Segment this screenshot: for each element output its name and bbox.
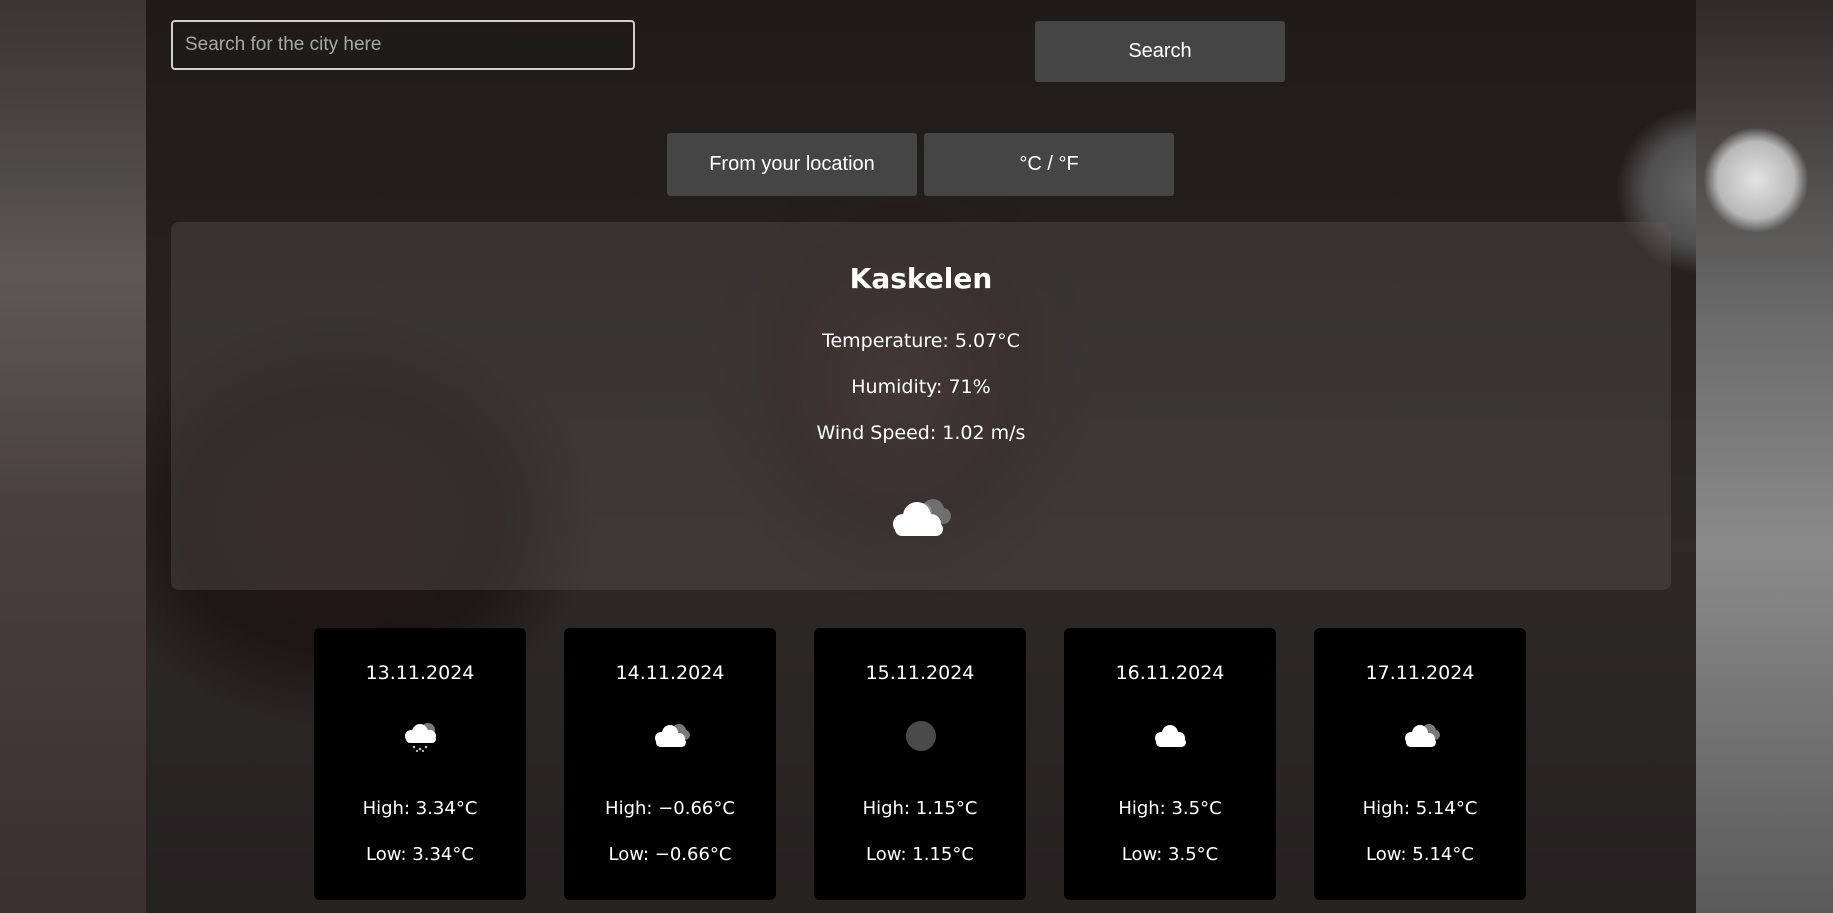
forecast-card: 15.11.2024 High: 1.15°C Low: 1.15°C	[814, 628, 1026, 900]
current-temperature: Temperature: 5.07°C	[822, 330, 1020, 352]
forecast-high: High: 1.15°C	[862, 798, 978, 819]
forecast-card: 13.11.2024 High: 3.34°C Low: 3.34°C	[314, 628, 526, 900]
forecast-date: 15.11.2024	[865, 662, 975, 684]
cloud-snow-icon	[400, 720, 442, 753]
forecast-low: Low: −0.66°C	[608, 844, 732, 865]
background-image-left	[0, 0, 146, 913]
forecast-card: 17.11.2024 High: 5.14°C Low: 5.14°C	[1314, 628, 1526, 900]
forecast-date: 16.11.2024	[1115, 662, 1225, 684]
forecast-date: 17.11.2024	[1365, 662, 1475, 684]
forecast-date: 13.11.2024	[365, 662, 475, 684]
forecast-low: Low: 3.5°C	[1121, 844, 1219, 865]
current-wind-speed: Wind Speed: 1.02 m/s	[816, 422, 1026, 444]
forecast-card: 14.11.2024 High: −0.66°C Low: −0.66°C	[564, 628, 776, 900]
forecast-high: High: 3.5°C	[1118, 798, 1222, 819]
cloud-icon	[1150, 720, 1192, 752]
overcast-cloud-icon	[650, 720, 692, 752]
forecast-low: Low: 1.15°C	[866, 844, 974, 865]
forecast-low: Low: 5.14°C	[1366, 844, 1474, 865]
current-humidity: Humidity: 71%	[851, 376, 991, 398]
unit-toggle-button[interactable]: °C / °F	[924, 133, 1174, 196]
background-image-right	[1696, 0, 1833, 913]
city-name: Kaskelen	[849, 262, 993, 295]
search-button[interactable]: Search	[1035, 21, 1285, 82]
forecast-high: High: 3.34°C	[362, 798, 478, 819]
forecast-date: 14.11.2024	[615, 662, 725, 684]
forecast-high: High: 5.14°C	[1362, 798, 1478, 819]
search-input[interactable]	[171, 20, 635, 70]
unknown-weather-icon	[900, 720, 942, 752]
overcast-cloud-icon	[1400, 720, 1442, 752]
location-button[interactable]: From your location	[667, 133, 917, 196]
overcast-cloud-icon	[885, 492, 955, 542]
forecast-low: Low: 3.34°C	[366, 844, 474, 865]
forecast-high: High: −0.66°C	[605, 798, 735, 819]
forecast-card: 16.11.2024 High: 3.5°C Low: 3.5°C	[1064, 628, 1276, 900]
